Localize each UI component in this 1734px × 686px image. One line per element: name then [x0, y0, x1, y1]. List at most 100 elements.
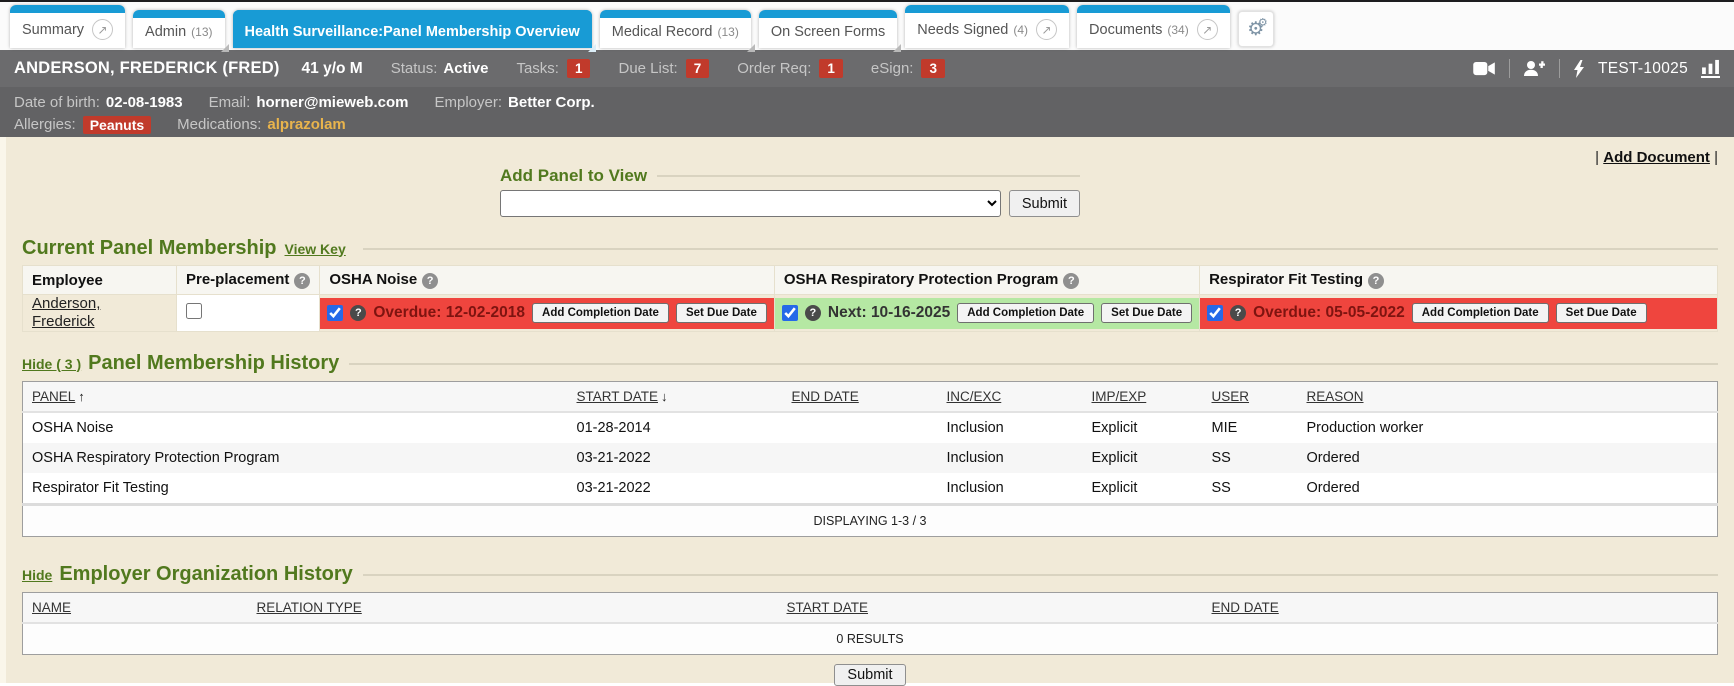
hide-membership-history-link[interactable]: Hide ( 3 ) — [22, 356, 81, 372]
empty-results-text: 0 RESULTS — [23, 623, 1718, 655]
paging-status: DISPLAYING 1-3 / 3 — [23, 505, 1718, 537]
add-panel-fieldset: Add Panel to View Submit — [500, 166, 1080, 217]
divider — [1509, 59, 1510, 78]
col-start-date[interactable]: START DATE — [778, 593, 1203, 624]
set-due-date-button[interactable]: Set Due Date — [676, 303, 767, 323]
tab-label: Needs Signed — [917, 22, 1008, 38]
section-line — [363, 574, 1718, 576]
panel-status: Next: 10-16-2025 — [828, 304, 950, 322]
col-reason[interactable]: REASON — [1298, 382, 1718, 413]
email-label: Email: — [209, 94, 251, 111]
add-document-link[interactable]: Add Document — [1603, 149, 1710, 166]
add-completion-date-button[interactable]: Add Completion Date — [957, 303, 1094, 323]
tab-bar: Summary ↗ Admin (13) Health Surveillance… — [0, 0, 1734, 50]
esign-count-badge[interactable]: 3 — [921, 59, 945, 78]
add-completion-date-button[interactable]: Add Completion Date — [532, 303, 669, 323]
col-end-date[interactable]: END DATE — [1203, 593, 1718, 624]
respirator-fit-cell: ? Overdue: 05-05-2022 Add Completion Dat… — [1200, 298, 1717, 329]
sort-asc-icon: ↑ — [78, 389, 85, 404]
set-due-date-button[interactable]: Set Due Date — [1101, 303, 1192, 323]
col-name[interactable]: NAME — [23, 593, 248, 624]
tab-documents[interactable]: Documents (34) ↗ — [1077, 5, 1230, 48]
col-end-date[interactable]: END DATE — [783, 382, 938, 413]
col-start-date[interactable]: START DATE↓ — [568, 382, 783, 413]
membership-history-heading: Hide ( 3 ) Panel Membership History — [22, 352, 1718, 375]
col-imp-exp[interactable]: IMP/EXP — [1083, 382, 1203, 413]
allergy-badge[interactable]: Peanuts — [83, 116, 151, 134]
col-inc-exc[interactable]: INC/EXC — [938, 382, 1083, 413]
video-camera-icon[interactable] — [1473, 61, 1496, 76]
osha-noise-cell: ? Overdue: 12-02-2018 Add Completion Dat… — [320, 298, 774, 329]
tasks-count-badge[interactable]: 1 — [567, 59, 591, 78]
tab-count: (13) — [191, 25, 212, 39]
esign-label: eSign: — [871, 60, 914, 77]
add-completion-date-button[interactable]: Add Completion Date — [1412, 303, 1549, 323]
current-panel-table: Employee Pre-placement? OSHA Noise? OSHA… — [22, 265, 1718, 332]
help-icon[interactable]: ? — [1230, 305, 1246, 321]
medications-value[interactable]: alprazolam — [267, 116, 345, 133]
table-row: OSHA Noise 01-28-2014 Inclusion Explicit… — [23, 412, 1718, 443]
lightning-bolt-icon[interactable] — [1573, 60, 1585, 78]
section-line — [363, 248, 1718, 250]
add-document-row: | Add Document | — [22, 137, 1718, 166]
table-row: OSHA Respiratory Protection Program 03-2… — [23, 443, 1718, 473]
tab-label: On Screen Forms — [771, 24, 885, 40]
bar-chart-icon[interactable] — [1701, 59, 1720, 78]
system-id: TEST-10025 — [1598, 60, 1688, 78]
view-key-link[interactable]: View Key — [285, 241, 346, 257]
tab-health-surveillance[interactable]: Health Surveillance:Panel Membership Ove… — [233, 10, 592, 48]
membership-history-table: PANEL↑ START DATE↓ END DATE INC/EXC IMP/… — [22, 381, 1718, 537]
patient-header-bar: ANDERSON, FREDERICK (FRED) 41 y/o M Stat… — [0, 50, 1734, 87]
tab-needs-signed[interactable]: Needs Signed (4) ↗ — [905, 5, 1069, 48]
col-user[interactable]: USER — [1203, 382, 1298, 413]
set-due-date-button[interactable]: Set Due Date — [1556, 303, 1647, 323]
tab-medical-record[interactable]: Medical Record (13) — [600, 10, 751, 48]
popout-icon[interactable]: ↗ — [1197, 19, 1218, 40]
order-req-count-badge[interactable]: 1 — [819, 59, 843, 78]
col-panel[interactable]: PANEL↑ — [23, 382, 568, 413]
settings-gears-button[interactable]: ⚙ ⚙ — [1238, 11, 1274, 47]
tab-label: Medical Record — [612, 24, 713, 40]
hide-employer-history-link[interactable]: Hide — [22, 567, 52, 583]
respirator-fit-checkbox[interactable] — [1207, 305, 1223, 321]
due-list-count-badge[interactable]: 7 — [686, 59, 710, 78]
tab-count: (13) — [718, 25, 739, 39]
status-value: Active — [443, 60, 488, 77]
add-panel-submit-button[interactable]: Submit — [1009, 190, 1080, 217]
membership-history-title: Panel Membership History — [88, 352, 339, 375]
panel-status: Overdue: 12-02-2018 — [373, 304, 525, 322]
tab-on-screen-forms[interactable]: On Screen Forms — [759, 10, 897, 48]
tab-admin[interactable]: Admin (13) — [133, 10, 224, 48]
employer-history-table: NAME RELATION TYPE START DATE END DATE 0… — [22, 592, 1718, 655]
help-icon[interactable]: ? — [1063, 273, 1079, 289]
osha-noise-checkbox[interactable] — [327, 305, 343, 321]
status-label: Status: — [391, 60, 438, 77]
help-icon[interactable]: ? — [350, 305, 366, 321]
email-value: horner@mieweb.com — [256, 94, 408, 111]
tab-count: (4) — [1013, 23, 1028, 37]
help-icon[interactable]: ? — [294, 273, 310, 289]
employee-row: Anderson, Frederick ? Overdue: 12-02-201… — [23, 295, 1718, 332]
col-relation-type[interactable]: RELATION TYPE — [248, 593, 778, 624]
tab-summary[interactable]: Summary ↗ — [10, 5, 125, 48]
tab-label: Documents — [1089, 22, 1162, 38]
due-list-label: Due List: — [618, 60, 677, 77]
popout-icon[interactable]: ↗ — [92, 19, 113, 40]
help-icon[interactable]: ? — [1368, 273, 1384, 289]
add-panel-select[interactable] — [500, 190, 1001, 217]
divider — [1559, 59, 1560, 78]
dob-value: 02-08-1983 — [106, 94, 183, 111]
add-person-icon[interactable] — [1523, 60, 1546, 77]
help-icon[interactable]: ? — [805, 305, 821, 321]
popout-icon[interactable]: ↗ — [1036, 19, 1057, 40]
col-employee: Employee — [23, 266, 177, 295]
help-icon[interactable]: ? — [422, 273, 438, 289]
current-panel-title: Current Panel Membership — [22, 237, 277, 260]
gear-icon-small: ⚙ — [1258, 16, 1268, 29]
osha-respiratory-checkbox[interactable] — [782, 305, 798, 321]
allergies-label: Allergies: — [14, 116, 76, 133]
pre-placement-checkbox[interactable] — [186, 303, 202, 319]
employee-link[interactable]: Anderson, Frederick — [32, 295, 100, 330]
tab-label: Summary — [22, 22, 84, 38]
patient-details-bar: Date of birth: 02-08-1983 Email: horner@… — [0, 87, 1734, 137]
